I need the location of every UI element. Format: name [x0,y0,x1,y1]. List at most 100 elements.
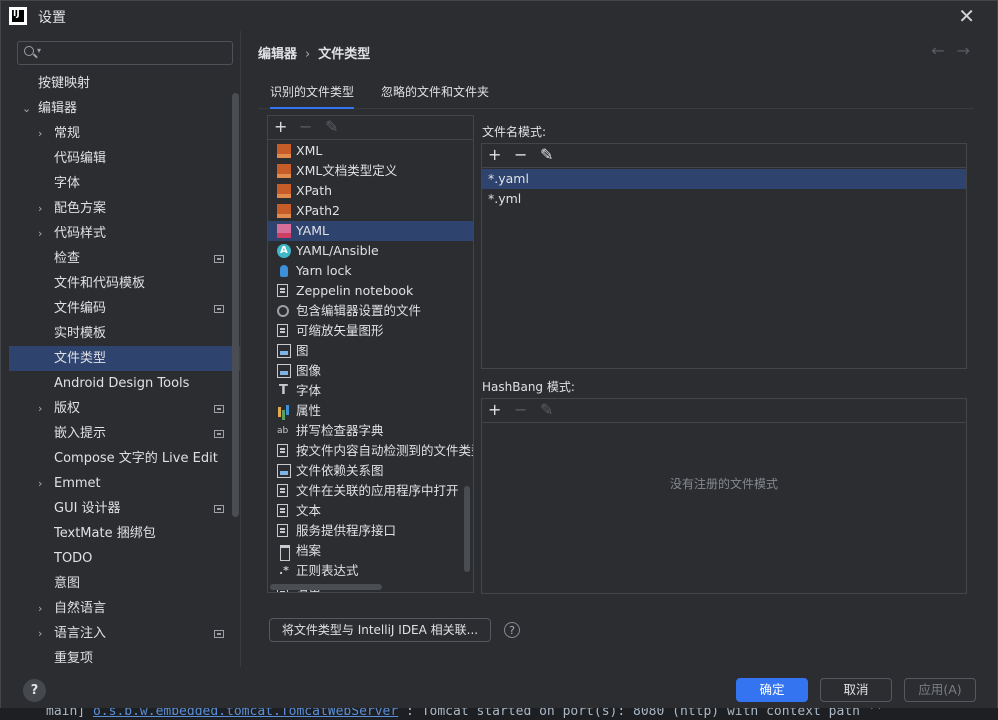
file-type-item[interactable]: 图像 [268,361,473,381]
sidebar-item[interactable]: 文件编码 [9,296,240,321]
edit-pattern-icon[interactable]: ✎ [540,145,553,164]
xml-file-icon [277,204,291,218]
sidebar-item[interactable]: 代码编辑 [9,146,240,171]
sidebar-item[interactable]: › 版权 [9,396,240,421]
chevron-right-icon[interactable]: › [38,471,42,496]
doc-file-icon [277,444,288,457]
file-type-item[interactable]: 文件依赖关系图 [268,461,473,481]
apply-button[interactable]: 应用(A) [904,678,976,702]
project-scope-icon [214,305,224,313]
sidebar-item[interactable]: › Emmet [9,471,240,496]
sidebar-item-label: 常规 [54,126,81,141]
file-type-item[interactable]: Zeppelin notebook [268,281,473,301]
sidebar-item[interactable]: › 配色方案 [9,196,240,221]
sidebar-item[interactable]: 文件和代码模板 [9,271,240,296]
sidebar-item[interactable]: 字体 [9,171,240,196]
file-types-panel: + − ✎ XML XML文档类型定义 XPath XPath2 YAML YAML/An… [267,115,474,593]
help-icon[interactable]: ? [23,679,46,702]
sidebar-scrollbar[interactable] [232,93,239,517]
sidebar-item-label: 实时模板 [54,326,107,341]
bars-file-icon [277,404,291,418]
file-type-item[interactable]: 属性 [268,401,473,421]
file-type-item[interactable]: 包含编辑器设置的文件 [268,301,473,321]
file-type-name: 文件依赖关系图 [296,463,384,478]
remove-pattern-icon[interactable]: − [514,145,527,164]
file-type-item[interactable]: 档案 [268,541,473,561]
edit-hashbang-icon[interactable]: ✎ [540,400,553,419]
sidebar-item[interactable]: 实时模板 [9,321,240,346]
file-type-item[interactable]: 服务提供程序接口 [268,521,473,541]
sidebar-item[interactable]: 嵌入提示 [9,421,240,446]
breadcrumb: 编辑器 › 文件类型 [258,43,370,62]
add-file-type-icon[interactable]: + [274,117,287,136]
file-type-item[interactable]: 图 [268,341,473,361]
file-type-item[interactable]: 正则表达式 [268,561,473,581]
file-type-item[interactable]: 字体 [268,381,473,401]
sidebar-item[interactable]: 检查 [9,246,240,271]
chevron-right-icon[interactable]: › [38,121,42,146]
file-types-hscrollbar[interactable] [270,584,382,590]
chevron-down-icon[interactable]: ⌄ [22,96,31,121]
sidebar-item[interactable]: ⌄ 编辑器 [9,96,240,121]
remove-hashbang-icon[interactable]: − [514,400,527,419]
close-icon[interactable]: ✕ [958,4,975,28]
chevron-right-icon[interactable]: › [38,196,42,221]
file-type-item[interactable]: 按文件内容自动检测到的文件类型 [268,441,473,461]
file-type-item[interactable]: XPath2 [268,201,473,221]
file-type-item[interactable]: YAML/Ansible [268,241,473,261]
window-title: 设置 [38,10,66,26]
chevron-right-icon[interactable]: › [38,396,42,421]
sidebar-item[interactable]: 意图 [9,571,240,596]
sidebar-item[interactable]: GUI 设计器 [9,496,240,521]
file-type-item[interactable]: XPath [268,181,473,201]
pattern-item[interactable]: *.yaml [482,169,966,189]
filename-patterns-panel: + − ✎ *.yaml *.yml [481,143,967,369]
sidebar-item[interactable]: Compose 文字的 Live Edit [9,446,240,471]
file-types-vscrollbar[interactable] [464,486,470,572]
sidebar-item[interactable]: › 自然语言 [9,596,240,621]
back-arrow-icon[interactable]: ← [931,41,944,60]
cancel-button[interactable]: 取消 [820,678,892,702]
add-pattern-icon[interactable]: + [488,145,501,164]
project-scope-icon [214,430,224,438]
sidebar-item[interactable]: Android Design Tools [9,371,240,396]
file-type-item[interactable]: Yarn lock [268,261,473,281]
file-type-item[interactable]: 可缩放矢量图形 [268,321,473,341]
tab-recognized-file-types[interactable]: 识别的文件类型 [270,83,355,109]
associate-file-types-button[interactable]: 将文件类型与 IntelliJ IDEA 相关联... [269,618,491,642]
ansible-file-icon [277,241,291,261]
tab-ignored-files-folders[interactable]: 忽略的文件和文件夹 [381,83,489,109]
forward-arrow-icon[interactable]: → [957,41,970,60]
associate-help-icon[interactable]: ? [504,622,520,638]
file-type-item[interactable]: XML文档类型定义 [268,161,473,181]
file-type-item[interactable]: 文件在关联的应用程序中打开 [268,481,473,501]
sidebar-item[interactable]: 文件类型 [9,346,240,371]
doc-file-icon [277,504,288,517]
add-hashbang-icon[interactable]: + [488,400,501,419]
remove-file-type-icon[interactable]: − [299,117,312,136]
chevron-right-icon[interactable]: › [38,221,42,246]
sidebar-item[interactable]: › 常规 [9,121,240,146]
edit-file-type-icon[interactable]: ✎ [325,117,338,136]
file-type-item[interactable]: XML [268,141,473,161]
chevron-right-icon[interactable]: › [38,621,42,646]
file-type-name: XML [296,143,323,158]
sidebar-item[interactable]: 按键映射 [9,71,240,96]
sidebar-item[interactable]: 重复项 [9,646,240,667]
search-options-dropdown-icon[interactable]: ▾ [37,46,41,55]
sidebar-item[interactable]: TODO [9,546,240,571]
sidebar-item[interactable]: › 语言注入 [9,621,240,646]
sidebar-item[interactable]: › 代码样式 [9,221,240,246]
file-type-item[interactable]: 文本 [268,501,473,521]
filename-patterns-label: 文件名模式: [482,125,547,139]
chevron-right-icon[interactable]: › [38,596,42,621]
sidebar-item[interactable]: TextMate 捆绑包 [9,521,240,546]
file-type-name: YAML [296,223,329,238]
settings-search-input[interactable]: ▾ [17,41,233,65]
file-type-name: 文件在关联的应用程序中打开 [296,483,459,498]
file-type-item[interactable]: YAML [268,221,473,241]
pattern-item[interactable]: *.yml [482,189,966,209]
file-type-item[interactable]: 拼写检查器字典 [268,421,473,441]
sidebar-item-label: 版权 [54,401,81,416]
ok-button[interactable]: 确定 [736,678,808,702]
